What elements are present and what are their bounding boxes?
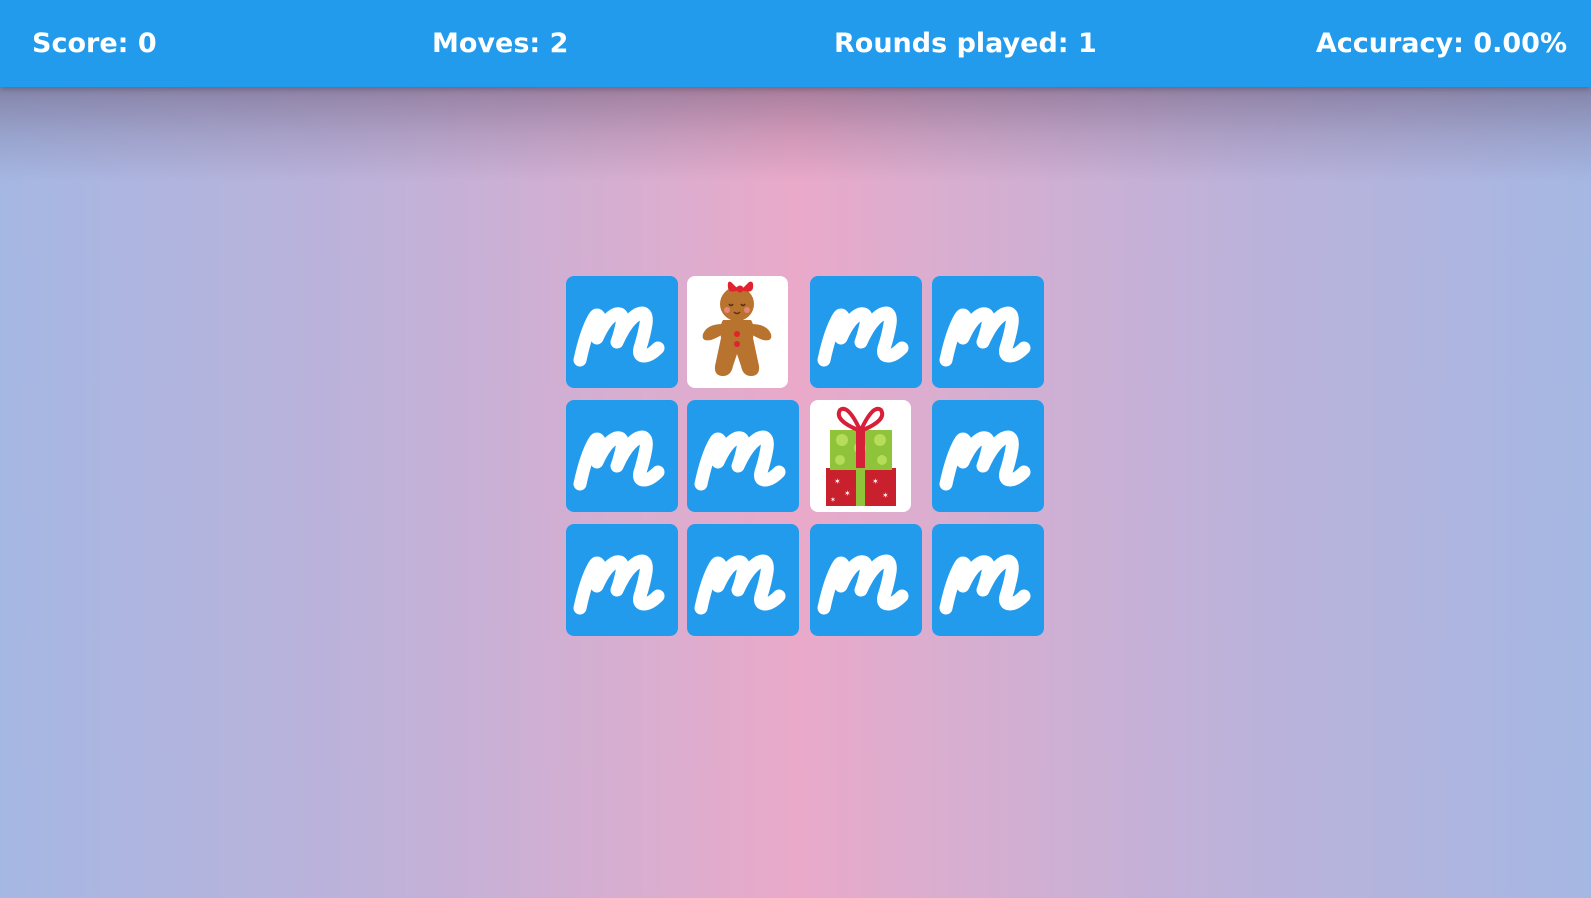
header-shadow bbox=[0, 87, 1591, 182]
memory-card-1[interactable] bbox=[566, 276, 678, 388]
svg-text:✶: ✶ bbox=[830, 496, 836, 504]
card-grid: ✶ ✶ ✶ ✶ ✶ bbox=[566, 276, 1052, 637]
svg-text:✶: ✶ bbox=[882, 491, 889, 500]
accuracy-label: Accuracy: 0.00% bbox=[1315, 28, 1567, 59]
memory-card-2[interactable] bbox=[687, 276, 788, 388]
moves-label: Moves: 2 bbox=[432, 28, 569, 59]
memory-card-5[interactable] bbox=[566, 400, 678, 512]
score-label: Score: 0 bbox=[32, 28, 157, 59]
gingerbread-girl-icon bbox=[702, 281, 772, 376]
gift-box-icon: ✶ ✶ ✶ ✶ ✶ bbox=[826, 407, 896, 506]
m-logo-icon bbox=[932, 400, 1044, 512]
m-logo-icon bbox=[687, 524, 799, 636]
memory-card-10[interactable] bbox=[687, 524, 799, 636]
m-logo-icon bbox=[810, 524, 922, 636]
svg-text:✶: ✶ bbox=[844, 489, 851, 498]
memory-card-7[interactable]: ✶ ✶ ✶ ✶ ✶ bbox=[810, 400, 911, 512]
memory-card-3[interactable] bbox=[810, 276, 922, 388]
memory-card-9[interactable] bbox=[566, 524, 678, 636]
memory-card-6[interactable] bbox=[687, 400, 799, 512]
rounds-played-label: Rounds played: 1 bbox=[834, 28, 1097, 59]
m-logo-icon bbox=[566, 524, 678, 636]
svg-text:✶: ✶ bbox=[834, 477, 841, 486]
m-logo-icon bbox=[566, 400, 678, 512]
m-logo-icon bbox=[566, 276, 678, 388]
memory-card-4[interactable] bbox=[932, 276, 1044, 388]
m-logo-icon bbox=[687, 400, 799, 512]
m-logo-icon bbox=[932, 276, 1044, 388]
m-logo-icon bbox=[810, 276, 922, 388]
m-logo-icon bbox=[932, 524, 1044, 636]
memory-card-11[interactable] bbox=[810, 524, 922, 636]
stats-bar: Score: 0 Moves: 2 Rounds played: 1 Accur… bbox=[0, 0, 1591, 87]
memory-card-8[interactable] bbox=[932, 400, 1044, 512]
memory-card-12[interactable] bbox=[932, 524, 1044, 636]
svg-text:✶: ✶ bbox=[872, 477, 879, 486]
